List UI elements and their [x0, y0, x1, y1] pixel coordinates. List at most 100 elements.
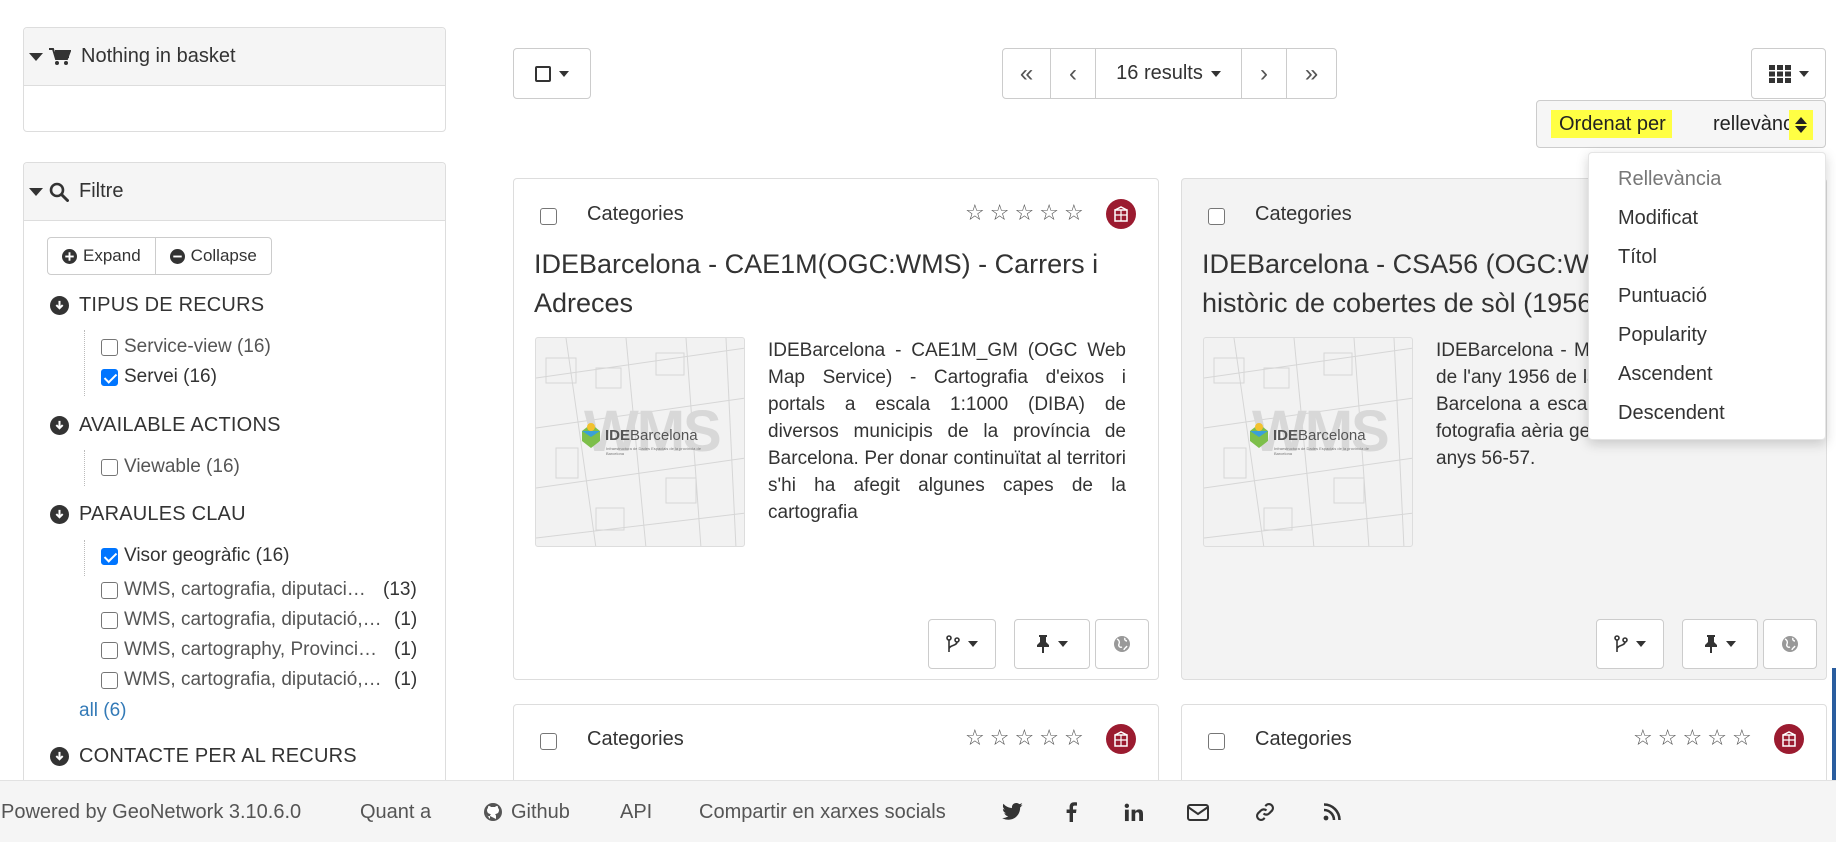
- facet-checkbox-checked[interactable]: [101, 368, 118, 386]
- facet-item-keyword[interactable]: WMS, cartography, Provinci… (1): [101, 639, 417, 661]
- powered-by-link[interactable]: Powered by GeoNetwork 3.10.6.0: [1, 781, 301, 843]
- prev-page-button[interactable]: ‹: [1051, 49, 1096, 98]
- card-thumbnail[interactable]: WMS IDEBarcelona Infraestructura de Dade…: [535, 337, 745, 547]
- facet-item-service-view[interactable]: Service-view (16): [101, 336, 271, 358]
- link-icon[interactable]: [1253, 800, 1277, 824]
- pin-dropdown[interactable]: [1682, 619, 1758, 669]
- results-count-label: 16 results: [1116, 62, 1203, 84]
- github-icon: [484, 803, 502, 821]
- rating-stars[interactable]: ☆ ☆ ☆ ☆ ☆: [965, 200, 1084, 226]
- facet-item-keyword[interactable]: WMS, cartografia, diputaci… (13): [101, 579, 417, 601]
- card-select-checkbox[interactable]: [1208, 733, 1225, 750]
- star-icon[interactable]: ☆: [990, 725, 1010, 751]
- card-select-checkbox[interactable]: [1208, 208, 1225, 225]
- star-icon[interactable]: ☆: [1039, 725, 1059, 751]
- view-on-map-button[interactable]: [1095, 619, 1149, 669]
- facet-checkbox[interactable]: [101, 581, 118, 599]
- next-page-button[interactable]: ›: [1242, 49, 1287, 98]
- star-icon[interactable]: ☆: [1658, 725, 1678, 751]
- rating-stars[interactable]: ☆ ☆ ☆ ☆ ☆: [1633, 725, 1752, 751]
- pin-dropdown[interactable]: [1014, 619, 1090, 669]
- caret-down-icon: [29, 52, 43, 61]
- card-select-checkbox[interactable]: [540, 733, 557, 750]
- facet-checkbox[interactable]: [101, 671, 118, 689]
- star-icon[interactable]: ☆: [1014, 725, 1034, 751]
- email-icon[interactable]: [1186, 800, 1210, 824]
- card-title[interactable]: IDEBarcelona - CAE1M(OGC:WMS) - Carrers …: [534, 245, 1134, 323]
- card-thumbnail[interactable]: WMS IDEBarcelona Infraestructura de Dade…: [1203, 337, 1413, 547]
- pin-icon: [1037, 635, 1049, 653]
- last-page-button[interactable]: »: [1287, 49, 1336, 98]
- results-count-dropdown[interactable]: 16 results: [1096, 49, 1242, 98]
- collapse-button[interactable]: Collapse: [156, 238, 271, 274]
- caret-down-icon: [1798, 70, 1809, 77]
- star-icon[interactable]: ☆: [990, 200, 1010, 226]
- expand-collapse-group: Expand Collapse: [47, 237, 272, 275]
- twitter-icon[interactable]: [1001, 800, 1025, 824]
- star-icon[interactable]: ☆: [1732, 725, 1752, 751]
- map-actions-dropdown[interactable]: [928, 619, 996, 669]
- facet-title-label: TIPUS DE RECURS: [79, 294, 265, 316]
- sort-option-puntuacio[interactable]: Puntuació: [1618, 285, 1707, 308]
- caret-down-icon: [1210, 70, 1221, 77]
- facet-checkbox-checked[interactable]: [101, 547, 118, 565]
- sort-select[interactable]: Ordenat per rellevància: [1536, 100, 1826, 148]
- sort-option-rellevancia[interactable]: Rellevància: [1618, 168, 1721, 191]
- arrow-circle-down-icon: [50, 505, 69, 524]
- linkedin-icon[interactable]: [1121, 800, 1145, 824]
- filter-header[interactable]: Filtre: [24, 163, 445, 221]
- star-icon[interactable]: ☆: [1064, 200, 1084, 226]
- facet-checkbox[interactable]: [101, 458, 118, 476]
- facet-title-available-actions[interactable]: AVAILABLE ACTIONS: [50, 414, 281, 437]
- star-icon[interactable]: ☆: [1633, 725, 1653, 751]
- footer: Powered by GeoNetwork 3.10.6.0 Quant a G…: [0, 780, 1836, 842]
- star-icon[interactable]: ☆: [1682, 725, 1702, 751]
- arrow-circle-down-icon: [50, 416, 69, 435]
- facet-title-tipus-de-recurs[interactable]: TIPUS DE RECURS: [50, 294, 264, 317]
- facet-item-count: (1): [394, 639, 418, 660]
- caret-down-icon: [968, 641, 978, 647]
- diputacio-seal-icon: [1106, 724, 1136, 754]
- facebook-icon[interactable]: [1059, 800, 1083, 824]
- rating-stars[interactable]: ☆ ☆ ☆ ☆ ☆: [965, 725, 1084, 751]
- api-link[interactable]: API: [620, 781, 652, 843]
- star-icon[interactable]: ☆: [1014, 200, 1034, 226]
- view-mode-dropdown[interactable]: [1751, 48, 1826, 99]
- facet-item-servei[interactable]: Servei (16): [101, 366, 217, 388]
- github-link[interactable]: Github: [483, 781, 570, 843]
- sort-option-modificat[interactable]: Modificat: [1618, 207, 1698, 230]
- facet-checkbox[interactable]: [101, 641, 118, 659]
- basket-header[interactable]: Nothing in basket: [24, 28, 445, 86]
- brand-bold: IDE: [1273, 426, 1299, 444]
- star-icon[interactable]: ☆: [1039, 200, 1059, 226]
- star-icon[interactable]: ☆: [1064, 725, 1084, 751]
- sort-arrows-icon: [1789, 110, 1813, 140]
- view-on-map-button[interactable]: [1763, 619, 1817, 669]
- sort-option-descendent[interactable]: Descendent: [1618, 402, 1725, 425]
- facet-item-keyword[interactable]: WMS, cartografia, diputació,… (1): [101, 669, 417, 691]
- star-icon[interactable]: ☆: [965, 200, 985, 226]
- rss-icon[interactable]: [1320, 800, 1344, 824]
- first-page-button[interactable]: «: [1003, 49, 1051, 98]
- map-actions-dropdown[interactable]: [1596, 619, 1664, 669]
- sort-option-titol[interactable]: Títol: [1618, 246, 1657, 269]
- facet-title-contacte[interactable]: CONTACTE PER AL RECURS: [50, 745, 357, 768]
- about-link[interactable]: Quant a: [360, 781, 431, 843]
- facet-item-label: WMS, cartography, Provinci…: [124, 639, 378, 660]
- scrollbar-edge[interactable]: [1832, 668, 1836, 780]
- facet-item-visor-geografic[interactable]: Visor geogràfic (16): [101, 545, 289, 567]
- sort-option-ascendent[interactable]: Ascendent: [1618, 363, 1713, 386]
- expand-button[interactable]: Expand: [48, 238, 156, 274]
- last-page-glyph: »: [1304, 59, 1319, 87]
- facet-title-paraules-clau[interactable]: PARAULES CLAU: [50, 503, 246, 526]
- card-select-checkbox[interactable]: [540, 208, 557, 225]
- star-icon[interactable]: ☆: [965, 725, 985, 751]
- facet-item-viewable[interactable]: Viewable (16): [101, 456, 240, 478]
- select-all-dropdown[interactable]: [513, 48, 591, 99]
- sort-option-popularity[interactable]: Popularity: [1618, 324, 1707, 347]
- facet-item-keyword[interactable]: WMS, cartografia, diputació,… (1): [101, 609, 417, 631]
- facet-all-link[interactable]: all (6): [79, 700, 127, 722]
- facet-checkbox[interactable]: [101, 611, 118, 629]
- facet-checkbox[interactable]: [101, 338, 118, 356]
- star-icon[interactable]: ☆: [1707, 725, 1727, 751]
